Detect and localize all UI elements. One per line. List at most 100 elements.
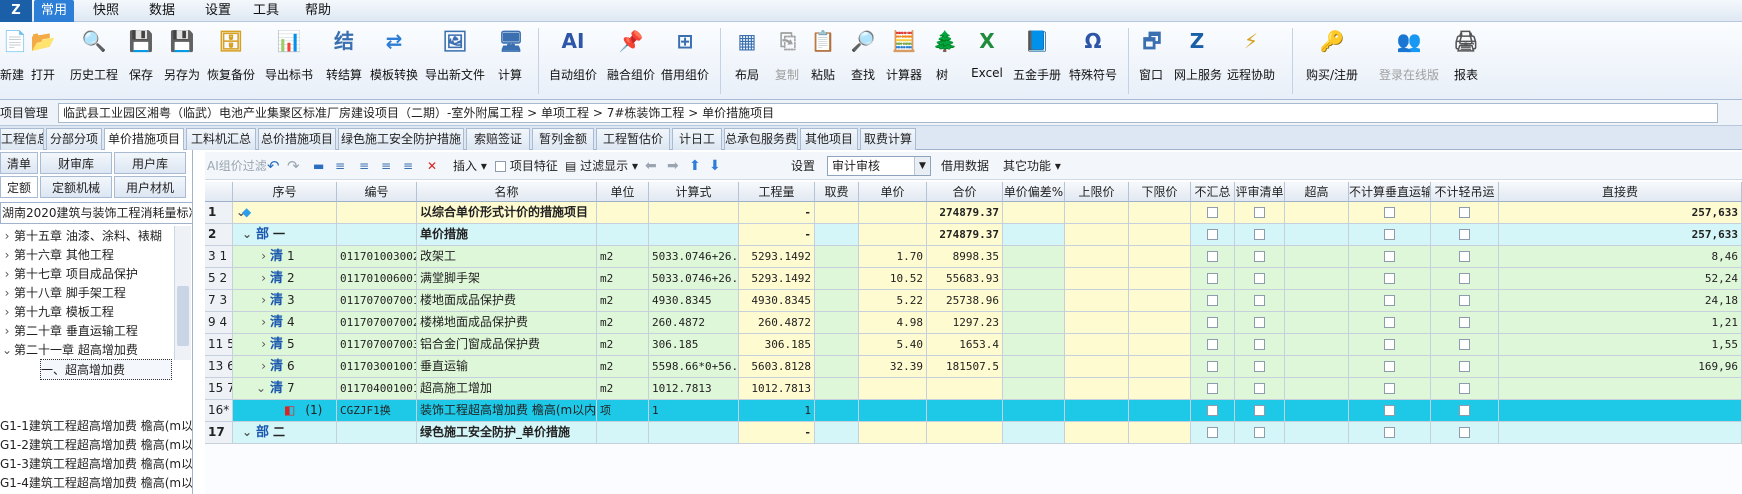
tab-0[interactable]: 工程信息 <box>0 128 44 150</box>
row-checkbox[interactable] <box>1207 295 1218 306</box>
cell-review[interactable] <box>1235 356 1285 378</box>
cell-rn[interactable]: 15 7 <box>205 378 233 400</box>
cell-direct[interactable]: 1,21 <box>1499 312 1742 334</box>
scrollbar-thumb[interactable] <box>177 286 189 346</box>
quota-standard-select[interactable]: 湖南2020建筑与装饰工程消耗量标准 <box>0 202 192 224</box>
cell-unit[interactable]: m2 <box>597 268 649 290</box>
cell-novert[interactable] <box>1349 202 1431 224</box>
row-checkbox[interactable] <box>1207 383 1218 394</box>
ribbon-button-copy[interactable]: ⎘ 复制 <box>773 26 801 96</box>
cell-high[interactable] <box>1285 290 1349 312</box>
ribbon-button-hardware-manual[interactable]: 📘 五金手册 <box>1011 26 1063 96</box>
cell-nosum[interactable] <box>1191 378 1235 400</box>
cell-price[interactable]: 32.39 <box>859 356 927 378</box>
row-checkbox[interactable] <box>1207 229 1218 240</box>
quota-item[interactable]: G1-1建筑工程超高增加费 檐高(m以内) <box>0 416 192 437</box>
ribbon-button-login-online[interactable]: 👥 登录在线版 <box>1374 26 1444 96</box>
ai-filter-button[interactable]: AI组价过滤 <box>207 156 267 176</box>
arrow-left-icon[interactable]: ⬅ <box>645 156 657 176</box>
cell-review[interactable] <box>1235 422 1285 444</box>
cell-formula[interactable]: 5598.66*0+56... <box>649 356 739 378</box>
column-header[interactable]: 计算式 <box>649 182 739 202</box>
ribbon-button-buy-register[interactable]: 🔑 购买/注册 <box>1300 26 1364 96</box>
cell-fee[interactable] <box>815 290 859 312</box>
ribbon-button-save-as[interactable]: 💾 另存为 <box>163 26 201 96</box>
cell-nosum[interactable] <box>1191 422 1235 444</box>
cell-dev[interactable] <box>1003 224 1065 246</box>
cell-code[interactable] <box>337 202 417 224</box>
row-checkbox[interactable] <box>1459 339 1470 350</box>
cell-review[interactable] <box>1235 202 1285 224</box>
tree-toggle[interactable]: › <box>236 246 270 267</box>
row-checkbox[interactable] <box>1207 273 1218 284</box>
cell-name[interactable]: 绿色施工安全防护_单价措施 <box>417 422 597 444</box>
ribbon-button-export-bid[interactable]: 📊 导出标书 <box>264 26 314 96</box>
cell-review[interactable] <box>1235 290 1285 312</box>
cell-high[interactable] <box>1285 202 1349 224</box>
indent-icon[interactable]: ≡ <box>335 156 345 176</box>
cell-direct[interactable]: 52,24 <box>1499 268 1742 290</box>
cell-price[interactable]: 5.22 <box>859 290 927 312</box>
cell-seq[interactable]: › 清 3 <box>233 290 337 312</box>
cell-code[interactable] <box>337 422 417 444</box>
column-header[interactable]: 序号 <box>233 182 337 202</box>
cell-review[interactable] <box>1235 224 1285 246</box>
cell-lower[interactable] <box>1129 268 1191 290</box>
cell-unit[interactable] <box>597 224 649 246</box>
cell-name[interactable]: 超高施工增加 <box>417 378 597 400</box>
cell-code[interactable]: 011701003002 <box>337 246 417 268</box>
table-row[interactable]: 11 5 › 清 5 011707007003 铝合金门窗成品保护费 m2 306.185 30… <box>205 334 1742 356</box>
cell-novert[interactable] <box>1349 290 1431 312</box>
cell-qty[interactable]: 5293.1492 <box>739 268 815 290</box>
cell-qty[interactable]: 4930.8345 <box>739 290 815 312</box>
cell-name[interactable]: 楼梯地面成品保护费 <box>417 312 597 334</box>
row-checkbox[interactable] <box>1384 229 1395 240</box>
table-row[interactable]: 7 3 › 清 3 011707007001 楼地面成品保护费 m2 4930.8345 493… <box>205 290 1742 312</box>
cell-price[interactable]: 1.70 <box>859 246 927 268</box>
tab-9[interactable]: 计日工 <box>672 128 722 150</box>
cell-unit[interactable]: m2 <box>597 378 649 400</box>
menu-snapshot[interactable]: 快照 <box>86 0 126 22</box>
cell-upper[interactable] <box>1065 290 1129 312</box>
cell-high[interactable] <box>1285 246 1349 268</box>
cell-code[interactable] <box>337 224 417 246</box>
cell-code[interactable]: 011703001001 <box>337 356 417 378</box>
cell-nolight[interactable] <box>1431 224 1499 246</box>
cell-fee[interactable] <box>815 202 859 224</box>
cell-nolight[interactable] <box>1431 422 1499 444</box>
cell-high[interactable] <box>1285 400 1349 422</box>
chevron-right-icon[interactable]: › <box>0 264 14 285</box>
row-checkbox[interactable] <box>1384 427 1395 438</box>
cell-direct[interactable]: 1,55 <box>1499 334 1742 356</box>
row-checkbox[interactable] <box>1384 383 1395 394</box>
row-checkbox[interactable] <box>1254 251 1265 262</box>
cell-price[interactable] <box>859 224 927 246</box>
ribbon-button-borrow-price[interactable]: ⊞ 借用组价 <box>659 26 711 96</box>
cell-qty[interactable]: - <box>739 202 815 224</box>
cell-nosum[interactable] <box>1191 356 1235 378</box>
row-checkbox[interactable] <box>1384 405 1395 416</box>
item-feature-checkbox[interactable] <box>495 161 506 172</box>
cell-direct[interactable]: 257,633 <box>1499 224 1742 246</box>
delete-icon[interactable]: ✕ <box>427 156 437 176</box>
column-header[interactable]: 合价 <box>927 182 1003 202</box>
chevron-right-icon[interactable]: › <box>0 302 14 323</box>
row-checkbox[interactable] <box>1384 339 1395 350</box>
cell-lower[interactable] <box>1129 422 1191 444</box>
cell-fee[interactable] <box>815 356 859 378</box>
row-checkbox[interactable] <box>1459 383 1470 394</box>
cell-nosum[interactable] <box>1191 334 1235 356</box>
cell-fee[interactable] <box>815 400 859 422</box>
chapter-item[interactable]: › 第十五章 油漆、涂料、裱糊 <box>0 226 172 247</box>
cell-code[interactable]: CGZJF1换 <box>337 400 417 422</box>
row-checkbox[interactable] <box>1459 229 1470 240</box>
cell-rn[interactable]: 9 4 <box>205 312 233 334</box>
table-row[interactable]: 15 7 ⌄ 清 7 011704001001 超高施工增加 m2 1012.7813 1012… <box>205 378 1742 400</box>
ribbon-button-calculate[interactable]: 🖥 计算 <box>496 26 524 96</box>
monitor-icon[interactable]: ▬ <box>313 156 324 176</box>
table-row[interactable]: 2 ⌄ 部一 单价措施 - 274879.37 257,633 <box>205 224 1742 246</box>
cell-unit[interactable]: m2 <box>597 356 649 378</box>
tab-7[interactable]: 暂列金额 <box>532 128 594 150</box>
filter-display-button[interactable]: ▤ 过滤显示 ▾ <box>565 156 638 176</box>
ribbon-button-save[interactable]: 💾 保存 <box>124 26 158 96</box>
